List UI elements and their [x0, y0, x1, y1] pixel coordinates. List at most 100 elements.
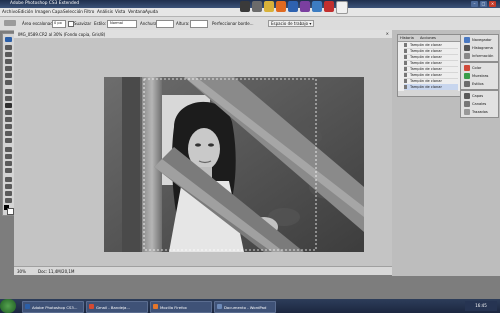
history-row-label: Tampón de clonar: [410, 49, 442, 53]
history-row-label: Tampón de clonar: [410, 73, 442, 77]
zoom-level[interactable]: 30%: [17, 269, 26, 274]
menu-edicion[interactable]: Edición: [18, 9, 33, 14]
height-input[interactable]: [190, 20, 208, 28]
eyedropper-tool-icon[interactable]: [5, 184, 12, 189]
dock-item-muestras[interactable]: Muestras: [464, 72, 497, 80]
document-icon[interactable]: [336, 1, 348, 14]
taskbar-item-label: Adobe Photoshop CS3...: [32, 305, 78, 310]
system-clock[interactable]: 16:45: [465, 301, 497, 311]
dock-item-color[interactable]: Color: [464, 64, 497, 72]
history-row-selected[interactable]: Tampón de clonar: [404, 84, 458, 91]
menu-imagen[interactable]: Imagen: [35, 9, 51, 14]
path-select-icon[interactable]: [5, 161, 12, 166]
firefox-icon: [153, 304, 158, 309]
gradient-tool-icon[interactable]: [5, 124, 12, 129]
taskbar-item-firefox[interactable]: Mozilla Firefox: [150, 301, 212, 313]
explorer-icon[interactable]: [312, 1, 322, 12]
clone-stamp-icon: [404, 61, 407, 65]
dock-item-label: Capas: [472, 94, 484, 98]
document-size-info: Doc: 11,4M/20,1M: [38, 269, 75, 274]
magic-wand-tool-icon[interactable]: [5, 66, 12, 71]
photoshop-icon[interactable]: [288, 1, 298, 12]
dock-group-layers: Capas Canales Trazados: [460, 90, 499, 118]
maximize-button[interactable]: □: [480, 1, 487, 7]
menu-ayuda[interactable]: Ayuda: [145, 9, 158, 14]
clone-stamp-icon[interactable]: [5, 103, 12, 108]
folder-icon[interactable]: [264, 1, 274, 12]
healing-brush-icon[interactable]: [5, 89, 12, 94]
menu-filtro[interactable]: Filtro: [84, 9, 94, 14]
clone-stamp-icon: [404, 79, 407, 83]
dock-item-estilos[interactable]: Estilos: [464, 80, 497, 88]
clock-icon[interactable]: [252, 1, 262, 12]
lasso-tool-icon[interactable]: [5, 59, 12, 64]
shape-tool-icon[interactable]: [5, 168, 12, 173]
dock-item-label: Estilos: [472, 82, 484, 86]
hand-tool-icon[interactable]: [5, 191, 12, 196]
taskbar-item-photoshop[interactable]: Adobe Photoshop CS3...: [22, 301, 84, 313]
history-row-label: Tampón de clonar: [410, 55, 442, 59]
pen-tool-icon[interactable]: [5, 147, 12, 152]
feather-input[interactable]: 0 px: [52, 20, 66, 28]
marquee-tool-preset-icon[interactable]: [4, 20, 16, 26]
marquee-tool-icon[interactable]: [5, 52, 12, 57]
menu-analisis[interactable]: Análisis: [97, 9, 113, 14]
dock-item-label: Canales: [472, 102, 487, 106]
dock-item-histograma[interactable]: Histograma: [464, 44, 497, 52]
menu-ventana[interactable]: Ventana: [128, 9, 145, 14]
tab-historia[interactable]: Historia: [400, 36, 414, 40]
zoom-tool-icon[interactable]: [5, 198, 12, 203]
background-color-swatch[interactable]: [7, 208, 14, 215]
eraser-tool-icon[interactable]: [5, 117, 12, 122]
browser-icon[interactable]: [240, 1, 250, 12]
dock-item-canales[interactable]: Canales: [464, 100, 497, 108]
layers-icon: [464, 93, 470, 99]
clone-stamp-icon: [404, 49, 407, 53]
clone-stamp-icon: [404, 67, 407, 71]
history-brush-icon[interactable]: [5, 110, 12, 115]
document-title: IMG_0589.CR2 al 30% (Fondo copia, Gris/8…: [18, 32, 106, 37]
dock-item-informacion[interactable]: Información: [464, 52, 497, 60]
dock-item-navegador[interactable]: Navegador: [464, 36, 497, 44]
dock-item-label: Color: [472, 66, 482, 70]
dock-item-trazados[interactable]: Trazados: [464, 108, 497, 116]
menu-vista[interactable]: Vista: [115, 9, 125, 14]
minimize-button[interactable]: –: [471, 1, 478, 7]
document-close-icon[interactable]: ×: [386, 31, 389, 36]
bridge-icon[interactable]: [300, 1, 310, 12]
taskbar-item-gmail[interactable]: Gmail - Bandeja...: [86, 301, 148, 313]
start-button[interactable]: [0, 299, 16, 313]
blur-tool-icon[interactable]: [5, 131, 12, 136]
media-icon[interactable]: [324, 1, 334, 12]
style-select[interactable]: Normal: [107, 20, 137, 28]
document-canvas-image[interactable]: [104, 77, 364, 252]
move-tool-icon[interactable]: [5, 45, 12, 50]
menu-archivo[interactable]: Archivo: [2, 9, 18, 14]
photoshop-icon: [25, 304, 30, 309]
slice-tool-icon[interactable]: [5, 80, 12, 85]
workspace-menu[interactable]: Espacio de trabajo ▾: [268, 20, 315, 27]
taskbar-item-label: Mozilla Firefox: [160, 305, 187, 310]
quick-launch-bar: [240, 1, 380, 15]
brush-tool-icon[interactable]: [5, 96, 12, 101]
tab-acciones[interactable]: Acciones: [420, 36, 436, 40]
dodge-tool-icon[interactable]: [5, 138, 12, 143]
antialias-label: Suavizar: [74, 21, 92, 26]
dock-item-label: Histograma: [472, 46, 493, 50]
photo-illustration: [104, 77, 364, 252]
notes-tool-icon[interactable]: [5, 177, 12, 182]
histogram-icon: [464, 45, 470, 51]
width-input[interactable]: [156, 20, 174, 28]
dock-item-capas[interactable]: Capas: [464, 92, 497, 100]
dock-group-navigator: Navegador Histograma Información: [460, 34, 499, 62]
taskbar-item-wordpad[interactable]: Documento - WordPad: [214, 301, 276, 313]
feather-input-value: 0 px: [54, 21, 62, 25]
menu-seleccion[interactable]: Selección: [63, 9, 83, 14]
firefox-icon[interactable]: [276, 1, 286, 12]
close-button[interactable]: ×: [489, 1, 496, 7]
menu-capa[interactable]: Capa: [52, 9, 63, 14]
crop-tool-icon[interactable]: [5, 73, 12, 78]
refine-edge-button[interactable]: Perfeccionar borde...: [212, 21, 253, 26]
type-tool-icon[interactable]: [5, 154, 12, 159]
ps-logo-icon: [5, 37, 12, 42]
